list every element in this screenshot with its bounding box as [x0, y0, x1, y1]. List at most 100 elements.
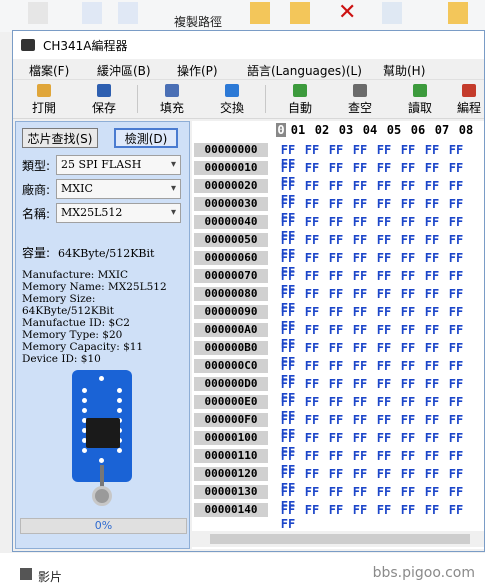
hex-byte[interactable]: FF — [300, 233, 324, 247]
hex-byte[interactable]: FF — [300, 359, 324, 373]
hex-byte[interactable]: FF — [276, 395, 300, 409]
hex-byte[interactable]: FF — [324, 215, 348, 229]
hex-byte[interactable]: FF — [348, 485, 372, 499]
move-to-icon[interactable] — [250, 2, 270, 24]
hex-byte[interactable]: FF — [348, 179, 372, 193]
name-select[interactable]: MX25L512 ▾ — [56, 203, 181, 223]
hex-byte[interactable]: FF — [348, 431, 372, 445]
hex-byte[interactable]: FF — [444, 359, 468, 373]
hex-byte[interactable]: FF — [372, 179, 396, 193]
hex-byte[interactable]: FF — [372, 413, 396, 427]
hex-byte[interactable]: FF — [444, 269, 468, 283]
hex-byte[interactable]: FF — [396, 305, 420, 319]
hex-byte[interactable]: FF — [420, 251, 444, 265]
copy-icon[interactable] — [82, 2, 102, 24]
hex-byte[interactable]: FF — [324, 341, 348, 355]
hex-byte[interactable]: FF — [420, 179, 444, 193]
hex-byte[interactable]: FF — [420, 395, 444, 409]
save-button[interactable]: 保存 — [81, 82, 127, 116]
hex-byte[interactable]: FF — [324, 449, 348, 463]
hex-byte[interactable]: FF — [396, 251, 420, 265]
hex-byte[interactable]: FF — [420, 359, 444, 373]
horizontal-scrollbar[interactable] — [192, 531, 484, 547]
hex-byte[interactable]: FF — [396, 431, 420, 445]
hex-byte[interactable]: FF — [396, 161, 420, 175]
find-chip-button[interactable]: 芯片查找(S) — [22, 128, 98, 148]
hex-byte[interactable]: FF — [300, 323, 324, 337]
open-button[interactable]: 打開 — [21, 82, 67, 116]
hex-byte[interactable]: FF — [396, 413, 420, 427]
hex-byte[interactable]: FF — [372, 503, 396, 517]
hex-byte[interactable]: FF — [372, 449, 396, 463]
hex-byte[interactable]: FF — [300, 197, 324, 211]
hex-byte[interactable]: FF — [300, 485, 324, 499]
hex-byte[interactable]: FF — [300, 143, 324, 157]
hex-byte[interactable]: FF — [300, 503, 324, 517]
hex-byte[interactable]: FF — [276, 359, 300, 373]
hex-byte[interactable]: FF — [444, 467, 468, 481]
hex-byte[interactable]: FF — [396, 341, 420, 355]
delete-icon[interactable]: ✕ — [338, 2, 358, 24]
hex-byte[interactable]: FF — [372, 305, 396, 319]
menu-help[interactable]: 幫助(H) — [383, 62, 425, 79]
hex-byte[interactable]: FF — [348, 287, 372, 301]
fill-button[interactable]: 填充 — [149, 82, 195, 116]
hex-byte[interactable]: FF — [276, 377, 300, 391]
hex-byte[interactable]: FF — [348, 305, 372, 319]
hex-byte[interactable]: FF — [372, 161, 396, 175]
menu-file[interactable]: 檔案(F) — [29, 62, 69, 79]
hex-byte[interactable]: FF — [396, 143, 420, 157]
hex-row[interactable]: FF FF FF FF FF FF FF FFFF — [276, 503, 484, 531]
hex-byte[interactable]: FF — [300, 413, 324, 427]
hex-byte[interactable]: FF — [420, 269, 444, 283]
hex-byte[interactable]: FF — [324, 485, 348, 499]
hex-byte[interactable]: FF — [444, 395, 468, 409]
hex-byte[interactable]: FF — [444, 431, 468, 445]
hex-byte[interactable]: FF — [372, 377, 396, 391]
hex-byte[interactable]: FF — [396, 287, 420, 301]
hex-byte[interactable]: FF — [420, 413, 444, 427]
hex-byte[interactable]: FF — [396, 233, 420, 247]
hex-byte[interactable]: FF — [276, 485, 300, 499]
copy-to-icon[interactable] — [290, 2, 310, 24]
hex-byte[interactable]: FF — [348, 161, 372, 175]
hex-byte[interactable]: FF — [348, 215, 372, 229]
hex-byte[interactable]: FF — [276, 431, 300, 445]
hex-byte[interactable]: FF — [372, 467, 396, 481]
hex-byte[interactable]: FF — [324, 197, 348, 211]
hex-byte[interactable]: FF — [300, 467, 324, 481]
hex-byte[interactable]: FF — [300, 179, 324, 193]
hex-byte[interactable]: FF — [420, 431, 444, 445]
hex-byte[interactable]: FF — [348, 503, 372, 517]
hex-byte[interactable]: FF — [324, 323, 348, 337]
hex-byte[interactable]: FF — [372, 485, 396, 499]
new-folder-icon[interactable] — [448, 2, 468, 24]
hex-byte[interactable]: FF — [324, 503, 348, 517]
hex-byte[interactable]: FF — [300, 251, 324, 265]
hex-byte[interactable]: FF — [420, 161, 444, 175]
hex-byte[interactable]: FF — [444, 215, 468, 229]
hex-byte[interactable]: FF — [324, 251, 348, 265]
hex-byte[interactable]: FF — [300, 161, 324, 175]
hex-byte[interactable]: FF — [300, 449, 324, 463]
hex-byte[interactable]: FF — [300, 395, 324, 409]
hex-byte[interactable]: FF — [276, 233, 300, 247]
hex-byte[interactable]: FF — [324, 359, 348, 373]
hex-byte[interactable]: FF — [276, 287, 300, 301]
hex-byte[interactable]: FF — [396, 323, 420, 337]
title-bar[interactable]: CH341A編程器 — [13, 31, 484, 59]
hex-byte[interactable]: FF — [276, 503, 300, 517]
hex-byte[interactable]: FF — [372, 323, 396, 337]
hex-byte[interactable]: FF — [324, 143, 348, 157]
blank-check-button[interactable]: 查空 — [337, 82, 383, 116]
hex-byte[interactable]: FF — [396, 269, 420, 283]
hex-byte[interactable]: FF — [444, 485, 468, 499]
hex-byte[interactable]: FF — [324, 161, 348, 175]
hex-byte[interactable]: FF — [372, 143, 396, 157]
hex-byte[interactable]: FF — [420, 287, 444, 301]
hex-view[interactable]: 0 01 02 03 04 05 06 07 08 00000000 FF FF FF FF FF FF FF… — [192, 121, 484, 549]
hex-byte[interactable]: FF — [324, 269, 348, 283]
hex-byte[interactable]: FF — [300, 377, 324, 391]
paste-icon[interactable] — [118, 2, 138, 24]
hex-byte[interactable]: FF — [348, 233, 372, 247]
